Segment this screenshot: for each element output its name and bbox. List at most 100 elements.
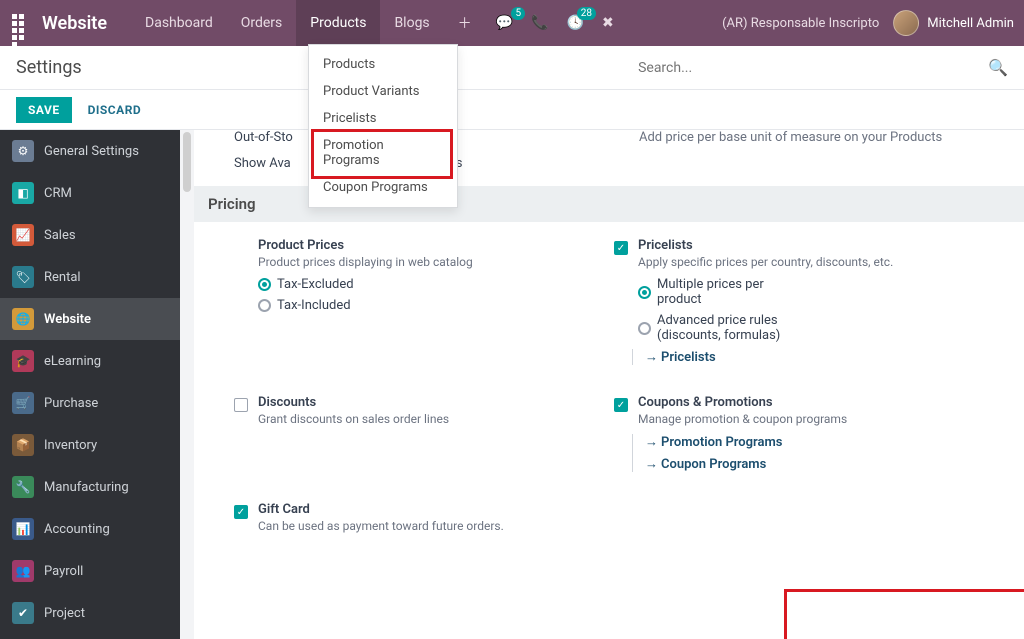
apps-grid-icon[interactable] [10,12,32,34]
sidebar-item-crm[interactable]: ◧ CRM [0,172,180,214]
radio-dot-icon [638,286,651,299]
sidebar-item-elearning[interactable]: 🎓 eLearning [0,340,180,382]
radio-dot-icon [258,278,271,291]
user-menu[interactable]: Mitchell Admin [893,10,1014,36]
sidebar-label: Payroll [44,564,83,579]
dropdown-item-promo[interactable]: Promotion Programs [309,132,457,174]
sidebar-item-inventory[interactable]: 📦 Inventory [0,424,180,466]
nav-icons: 💬5 📞 🕓28 ✖ [496,15,614,31]
messages-icon[interactable]: 💬5 [496,15,513,31]
tab-dashboard[interactable]: Dashboard [131,0,227,46]
app-icon: 👥 [12,560,34,582]
page-title: Settings [16,57,82,78]
stock-baseunit-desc: Add price per base unit of measure on yo… [639,130,1004,174]
phone-icon[interactable]: 📞 [531,15,548,31]
setting-giftcard: Gift Card Can be used as payment toward … [258,502,594,541]
sidebar-item-sales[interactable]: 📈 Sales [0,214,180,256]
stock-outofstock-partial: Out-of-Sto [234,130,293,145]
save-button[interactable]: SAVE [16,97,72,123]
search-icon[interactable]: 🔍 [988,58,1008,77]
sidebar-label: eLearning [44,354,101,369]
link-promotion-programs[interactable]: Promotion Programs [645,434,974,450]
tab-plus[interactable]: ＋ [444,0,486,46]
tab-orders[interactable]: Orders [227,0,297,46]
tab-products[interactable]: Products [296,0,380,46]
sidebar-label: Rental [44,270,81,285]
activity-icon[interactable]: 🕓28 [567,15,584,31]
setting-coupons: Coupons & Promotions Manage promotion & … [638,395,974,472]
search-input[interactable] [638,60,978,76]
sidebar-item-accounting[interactable]: 📊 Accounting [0,508,180,550]
sidebar-item-payroll[interactable]: 👥 Payroll [0,550,180,592]
sidebar-wrap: ⚙ General Settings ◧ CRM 📈 Sales 🏷 Rental 🌐 Websi… [0,130,194,639]
sidebar-label: Inventory [44,438,97,453]
sidebar-label: Website [44,312,91,327]
search-box: 🔍 [638,58,1008,77]
radio-dot-icon [258,299,271,312]
company-switcher[interactable]: (AR) Responsable Inscripto [722,16,879,31]
app-icon: ◧ [12,182,34,204]
messages-badge: 5 [511,7,525,20]
settings-sidebar: ⚙ General Settings ◧ CRM 📈 Sales 🏷 Rental 🌐 Websi… [0,130,180,639]
radio-multiple-prices[interactable]: Multiple prices perproduct [638,277,974,307]
app-icon: ✔ [12,602,34,624]
sidebar-label: Accounting [44,522,110,537]
checkbox-coupons[interactable]: ✓ [614,398,628,412]
body: ⚙ General Settings ◧ CRM 📈 Sales 🏷 Rental 🌐 Websi… [0,130,1024,639]
nav-right: (AR) Responsable Inscripto Mitchell Admi… [722,10,1014,36]
sidebar-label: Project [44,606,85,621]
radio-advanced-rules[interactable]: Advanced price rules(discounts, formulas… [638,313,974,343]
app-icon: ⚙ [12,140,34,162]
app-icon: 🔧 [12,476,34,498]
sidebar-item-purchase[interactable]: 🛒 Purchase [0,382,180,424]
dropdown-item-products[interactable]: Products [309,51,457,78]
app-icon: 📊 [12,518,34,540]
sidebar-item-project[interactable]: ✔ Project [0,592,180,634]
products-dropdown: Products Product Variants Pricelists Pro… [308,44,458,208]
highlight-box-coupons [784,589,1024,639]
sidebar-label: Manufacturing [44,480,129,495]
checkbox-discounts[interactable] [234,398,248,412]
dropdown-item-variants[interactable]: Product Variants [309,78,457,105]
user-name: Mitchell Admin [927,16,1014,31]
activity-badge: 28 [577,7,596,20]
dropdown-item-coupon[interactable]: Coupon Programs [309,174,457,201]
discard-button[interactable]: DISCARD [88,103,142,117]
link-pricelists[interactable]: Pricelists [645,349,974,365]
setting-product-prices: Product Prices Product prices displaying… [258,238,594,365]
sidebar-item-rental[interactable]: 🏷 Rental [0,256,180,298]
app-icon: 📈 [12,224,34,246]
radio-dot-icon [638,322,651,335]
sidebar-label: CRM [44,186,72,201]
sidebar-scrollbar[interactable] [180,130,194,639]
checkbox-pricelists[interactable]: ✓ [614,241,628,255]
sidebar-label: Purchase [44,396,98,411]
stock-showavail-partial: Show Ava [234,156,291,171]
app-icon: 📦 [12,434,34,456]
sidebar-item-website[interactable]: 🌐 Website [0,298,180,340]
app-icon: 🌐 [12,308,34,330]
action-bar: SAVE DISCARD [0,90,1024,130]
sidebar-label: General Settings [44,144,139,159]
radio-tax-included[interactable]: Tax-Included [258,298,594,313]
tools-icon[interactable]: ✖ [602,15,614,31]
breadcrumb-bar: Settings 🔍 [0,46,1024,90]
setting-discounts: Discounts Grant discounts on sales order… [258,395,594,472]
sidebar-item-general-settings[interactable]: ⚙ General Settings [0,130,180,172]
top-navbar: Website Dashboard Orders Products Blogs … [0,0,1024,46]
dropdown-item-pricelists[interactable]: Pricelists [309,105,457,132]
sidebar-item-field-service[interactable]: 🧰Field Service [0,634,180,639]
sidebar-label: Sales [44,228,76,243]
nav-tabs: Dashboard Orders Products Blogs ＋ [131,0,486,46]
setting-pricelists: Pricelists Apply specific prices per cou… [638,238,974,365]
tab-blogs[interactable]: Blogs [380,0,443,46]
avatar [893,10,919,36]
sidebar-item-manufacturing[interactable]: 🔧 Manufacturing [0,466,180,508]
app-icon: 🏷 [12,266,34,288]
app-icon: 🛒 [12,392,34,414]
radio-tax-excluded[interactable]: Tax-Excluded [258,277,594,292]
app-brand[interactable]: Website [42,13,107,34]
link-coupon-programs[interactable]: Coupon Programs [645,456,974,472]
checkbox-giftcard[interactable]: ✓ [234,505,248,519]
app-icon: 🎓 [12,350,34,372]
